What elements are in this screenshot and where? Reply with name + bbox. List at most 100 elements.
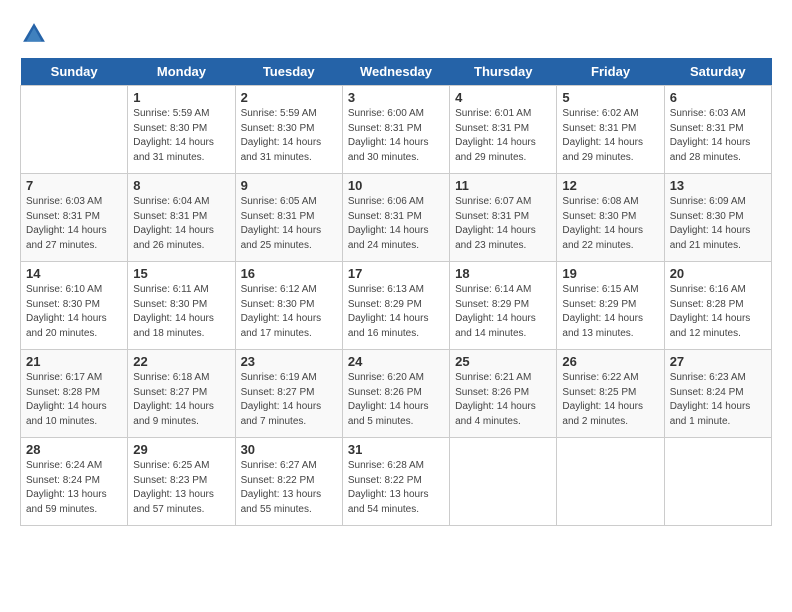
day-cell: 22 Sunrise: 6:18 AMSunset: 8:27 PMDayligh… (128, 350, 235, 438)
day-info: Sunrise: 6:05 AMSunset: 8:31 PMDaylight:… (241, 195, 337, 253)
week-row-5: 28Sunrise: 6:24 AMSunset: 8:24 PMDayligh… (21, 438, 772, 526)
day-cell: 12 Sunrise: 6:08 AMSunset: 8:30 PMDayligh… (557, 174, 664, 262)
day-number: 8 (133, 178, 229, 193)
day-info: Sunrise: 6:02 AMSunset: 8:31 PMDaylight:… (562, 107, 658, 165)
calendar-table: SundayMondayTuesdayWednesdayThursdayFrid… (20, 58, 772, 526)
day-number: 25 (455, 354, 551, 369)
week-row-3: 14 Sunrise: 6:10 AMSunset: 8:30 PMDayligh… (21, 262, 772, 350)
day-number: 22 (133, 354, 229, 369)
day-info: Sunrise: 6:15 AMSunset: 8:29 PMDaylight:… (562, 283, 658, 341)
day-info: Sunrise: 6:23 AMSunset: 8:24 PMDaylight:… (670, 371, 766, 429)
day-cell: 17Sunrise: 6:13 AMSunset: 8:29 PMDayligh… (342, 262, 449, 350)
day-number: 24 (348, 354, 444, 369)
day-cell: 6 Sunrise: 6:03 AMSunset: 8:31 PMDaylight… (664, 86, 771, 174)
day-number: 14 (26, 266, 122, 281)
day-info: Sunrise: 6:24 AMSunset: 8:24 PMDaylight:… (26, 459, 122, 517)
day-number: 16 (241, 266, 337, 281)
day-cell: 13Sunrise: 6:09 AMSunset: 8:30 PMDayligh… (664, 174, 771, 262)
day-info: Sunrise: 5:59 AMSunset: 8:30 PMDaylight:… (133, 107, 229, 165)
day-header-tuesday: Tuesday (235, 58, 342, 86)
day-cell: 28Sunrise: 6:24 AMSunset: 8:24 PMDayligh… (21, 438, 128, 526)
day-cell: 20 Sunrise: 6:16 AMSunset: 8:28 PMDayligh… (664, 262, 771, 350)
day-number: 6 (670, 90, 766, 105)
day-info: Sunrise: 6:09 AMSunset: 8:30 PMDaylight:… (670, 195, 766, 253)
day-number: 1 (133, 90, 229, 105)
day-number: 19 (562, 266, 658, 281)
day-cell: 30Sunrise: 6:27 AMSunset: 8:22 PMDayligh… (235, 438, 342, 526)
day-number: 31 (348, 442, 444, 457)
day-cell (557, 438, 664, 526)
day-header-row: SundayMondayTuesdayWednesdayThursdayFrid… (21, 58, 772, 86)
day-info: Sunrise: 6:12 AMSunset: 8:30 PMDaylight:… (241, 283, 337, 341)
day-info: Sunrise: 6:27 AMSunset: 8:22 PMDaylight:… (241, 459, 337, 517)
day-number: 12 (562, 178, 658, 193)
logo (20, 20, 52, 48)
day-info: Sunrise: 6:04 AMSunset: 8:31 PMDaylight:… (133, 195, 229, 253)
day-number: 7 (26, 178, 122, 193)
day-info: Sunrise: 6:07 AMSunset: 8:31 PMDaylight:… (455, 195, 551, 253)
day-cell: 21 Sunrise: 6:17 AMSunset: 8:28 PMDayligh… (21, 350, 128, 438)
day-number: 5 (562, 90, 658, 105)
day-cell: 26 Sunrise: 6:22 AMSunset: 8:25 PMDayligh… (557, 350, 664, 438)
day-cell: 3 Sunrise: 6:00 AMSunset: 8:31 PMDaylight… (342, 86, 449, 174)
day-number: 21 (26, 354, 122, 369)
day-number: 4 (455, 90, 551, 105)
week-row-2: 7 Sunrise: 6:03 AMSunset: 8:31 PMDaylight… (21, 174, 772, 262)
day-cell: 2Sunrise: 5:59 AMSunset: 8:30 PMDaylight… (235, 86, 342, 174)
day-number: 18 (455, 266, 551, 281)
day-info: Sunrise: 6:20 AMSunset: 8:26 PMDaylight:… (348, 371, 444, 429)
day-info: Sunrise: 6:28 AMSunset: 8:22 PMDaylight:… (348, 459, 444, 517)
day-info: Sunrise: 6:11 AMSunset: 8:30 PMDaylight:… (133, 283, 229, 341)
day-header-thursday: Thursday (450, 58, 557, 86)
day-number: 3 (348, 90, 444, 105)
day-cell: 5 Sunrise: 6:02 AMSunset: 8:31 PMDaylight… (557, 86, 664, 174)
day-cell: 7 Sunrise: 6:03 AMSunset: 8:31 PMDaylight… (21, 174, 128, 262)
day-cell: 24 Sunrise: 6:20 AMSunset: 8:26 PMDayligh… (342, 350, 449, 438)
day-number: 20 (670, 266, 766, 281)
week-row-4: 21 Sunrise: 6:17 AMSunset: 8:28 PMDayligh… (21, 350, 772, 438)
day-number: 29 (133, 442, 229, 457)
day-info: Sunrise: 6:03 AMSunset: 8:31 PMDaylight:… (670, 107, 766, 165)
day-cell (450, 438, 557, 526)
day-number: 23 (241, 354, 337, 369)
day-cell: 14 Sunrise: 6:10 AMSunset: 8:30 PMDayligh… (21, 262, 128, 350)
day-cell (21, 86, 128, 174)
day-cell: 29Sunrise: 6:25 AMSunset: 8:23 PMDayligh… (128, 438, 235, 526)
day-header-saturday: Saturday (664, 58, 771, 86)
day-info: Sunrise: 6:16 AMSunset: 8:28 PMDaylight:… (670, 283, 766, 341)
day-info: Sunrise: 6:08 AMSunset: 8:30 PMDaylight:… (562, 195, 658, 253)
day-header-wednesday: Wednesday (342, 58, 449, 86)
day-cell: 15 Sunrise: 6:11 AMSunset: 8:30 PMDayligh… (128, 262, 235, 350)
day-number: 26 (562, 354, 658, 369)
day-cell: 23 Sunrise: 6:19 AMSunset: 8:27 PMDayligh… (235, 350, 342, 438)
day-info: Sunrise: 6:10 AMSunset: 8:30 PMDaylight:… (26, 283, 122, 341)
day-info: Sunrise: 6:17 AMSunset: 8:28 PMDaylight:… (26, 371, 122, 429)
day-info: Sunrise: 6:18 AMSunset: 8:27 PMDaylight:… (133, 371, 229, 429)
day-info: Sunrise: 6:06 AMSunset: 8:31 PMDaylight:… (348, 195, 444, 253)
week-row-1: 1 Sunrise: 5:59 AMSunset: 8:30 PMDaylight… (21, 86, 772, 174)
day-cell: 27 Sunrise: 6:23 AMSunset: 8:24 PMDayligh… (664, 350, 771, 438)
day-number: 15 (133, 266, 229, 281)
day-cell: 31 Sunrise: 6:28 AMSunset: 8:22 PMDayligh… (342, 438, 449, 526)
day-cell: 9Sunrise: 6:05 AMSunset: 8:31 PMDaylight… (235, 174, 342, 262)
day-header-sunday: Sunday (21, 58, 128, 86)
day-info: Sunrise: 6:01 AMSunset: 8:31 PMDaylight:… (455, 107, 551, 165)
day-cell: 4 Sunrise: 6:01 AMSunset: 8:31 PMDaylight… (450, 86, 557, 174)
day-info: Sunrise: 5:59 AMSunset: 8:30 PMDaylight:… (241, 107, 337, 165)
day-info: Sunrise: 6:22 AMSunset: 8:25 PMDaylight:… (562, 371, 658, 429)
day-header-friday: Friday (557, 58, 664, 86)
page-header (20, 20, 772, 48)
day-number: 11 (455, 178, 551, 193)
day-info: Sunrise: 6:19 AMSunset: 8:27 PMDaylight:… (241, 371, 337, 429)
day-number: 27 (670, 354, 766, 369)
day-header-monday: Monday (128, 58, 235, 86)
day-cell (664, 438, 771, 526)
day-info: Sunrise: 6:03 AMSunset: 8:31 PMDaylight:… (26, 195, 122, 253)
day-cell: 10Sunrise: 6:06 AMSunset: 8:31 PMDayligh… (342, 174, 449, 262)
day-cell: 11 Sunrise: 6:07 AMSunset: 8:31 PMDayligh… (450, 174, 557, 262)
day-cell: 25Sunrise: 6:21 AMSunset: 8:26 PMDayligh… (450, 350, 557, 438)
day-cell: 1 Sunrise: 5:59 AMSunset: 8:30 PMDaylight… (128, 86, 235, 174)
day-number: 17 (348, 266, 444, 281)
day-cell: 16 Sunrise: 6:12 AMSunset: 8:30 PMDayligh… (235, 262, 342, 350)
day-info: Sunrise: 6:00 AMSunset: 8:31 PMDaylight:… (348, 107, 444, 165)
